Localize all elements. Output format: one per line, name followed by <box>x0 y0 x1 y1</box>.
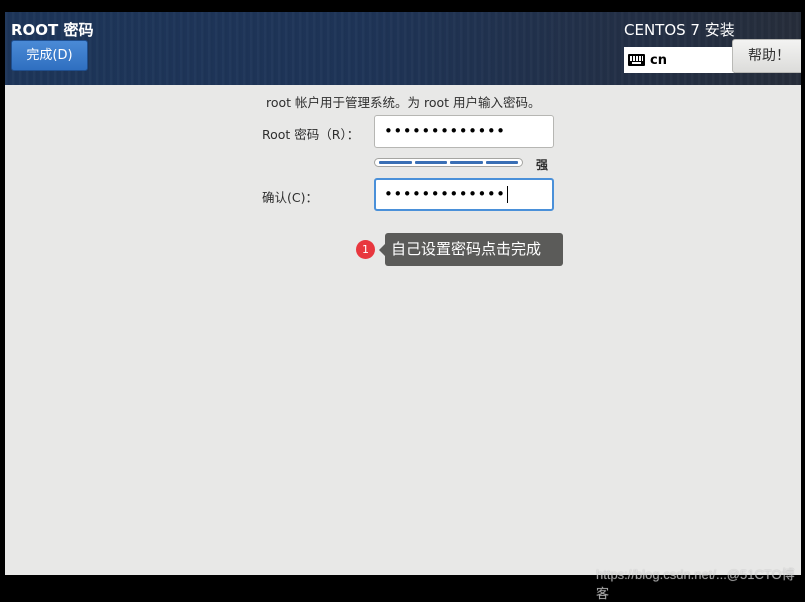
password-label: Root 密码（R）： <box>262 127 360 142</box>
annotation-tooltip: 自己设置密码点击完成 <box>379 233 563 266</box>
done-button[interactable]: 完成(D) <box>11 40 88 71</box>
password-strength-bar <box>374 158 523 167</box>
strength-segment <box>485 161 518 164</box>
page-title: ROOT 密码 <box>11 21 94 39</box>
confirm-password-input[interactable]: ••••••••••••• <box>374 178 554 211</box>
watermark: https://blog.csdn.net/...@51CTO博客 <box>596 567 795 601</box>
password-strength-label: 强 <box>536 158 549 172</box>
intro-text: root 帐户用于管理系统。为 root 用户输入密码。 <box>266 95 541 110</box>
keyboard-icon <box>628 54 645 66</box>
strength-segment <box>379 161 412 164</box>
password-value: ••••••••••••• <box>384 122 506 140</box>
help-button[interactable]: 帮助！ <box>732 39 801 73</box>
step-badge: 1 <box>356 240 375 259</box>
keyboard-layout-label: cn <box>650 52 667 68</box>
password-input[interactable]: ••••••••••••• <box>374 115 554 148</box>
product-title: CENTOS 7 安装 <box>624 21 735 39</box>
text-cursor <box>506 186 508 203</box>
confirm-label: 确认(C)： <box>262 190 318 205</box>
installer-screen: ROOT 密码 完成(D) CENTOS 7 安装 cn 帮助！ root 帐户… <box>5 12 801 575</box>
strength-segment <box>414 161 447 164</box>
strength-segment <box>450 161 483 164</box>
confirm-password-value: ••••••••••••• <box>384 185 506 203</box>
keyboard-layout-indicator[interactable]: cn <box>624 47 734 73</box>
